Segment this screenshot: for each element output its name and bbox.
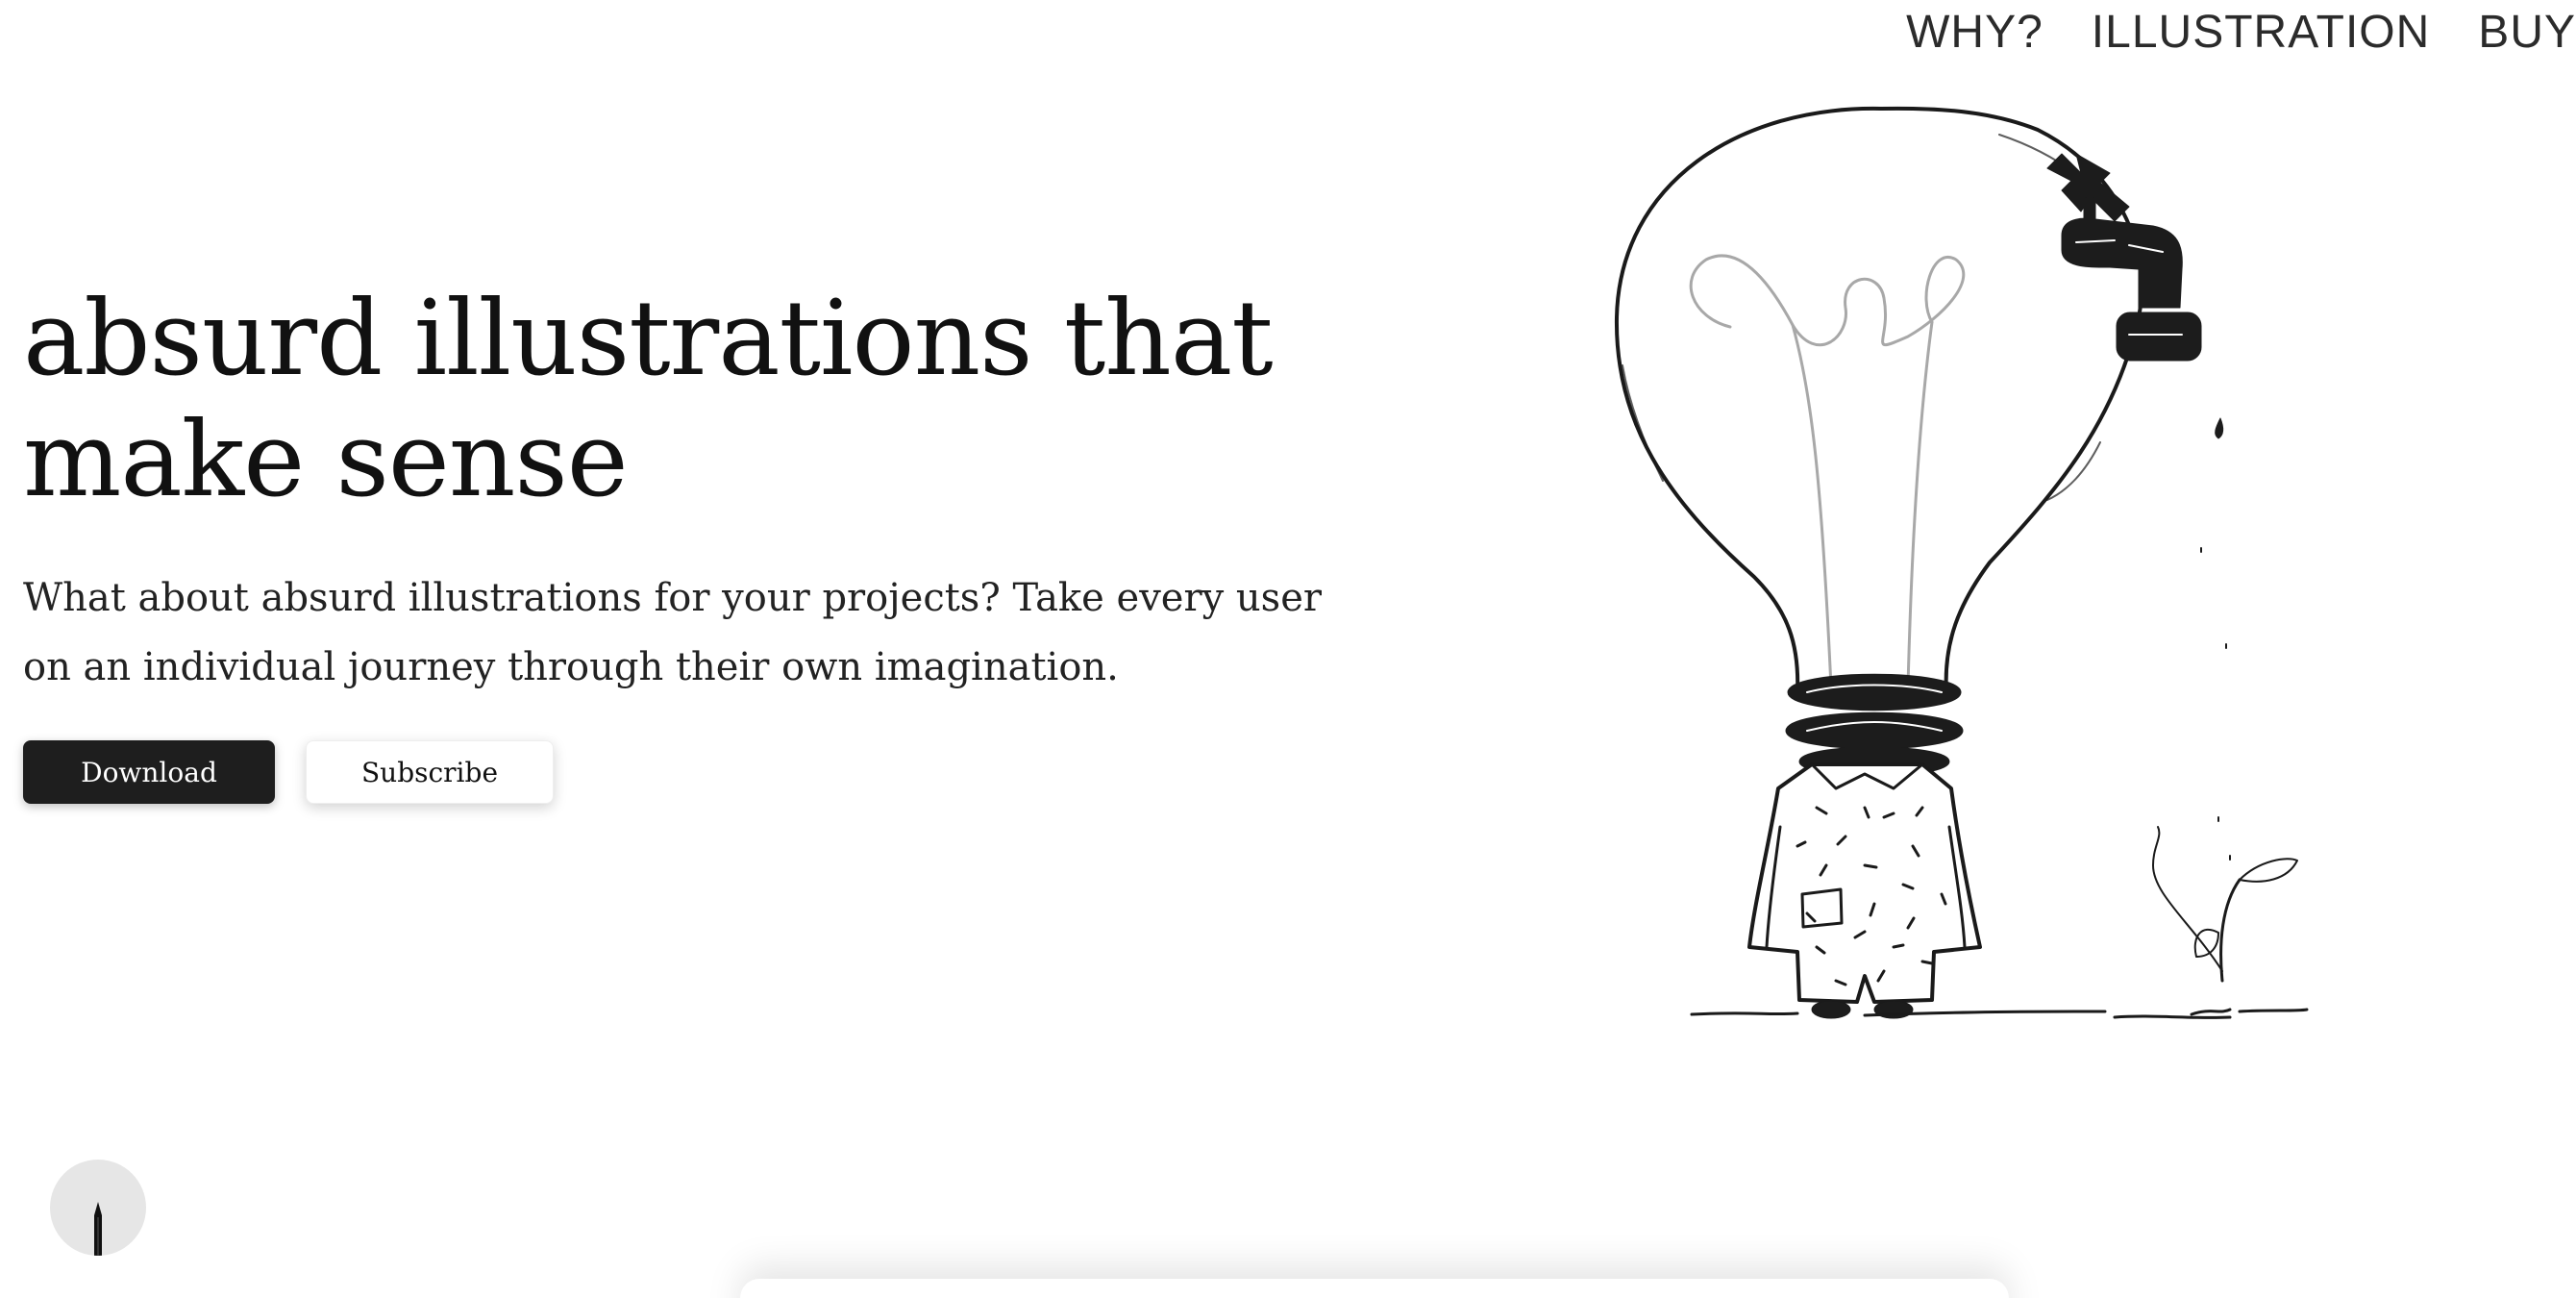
pencil-icon [94, 1202, 102, 1256]
hero-illustration [1614, 106, 2309, 1019]
nav-link-why[interactable]: WHY? [1906, 6, 2043, 59]
next-section-card [740, 1279, 2009, 1298]
sprout-stem-curl [2152, 826, 2223, 972]
nav-link-illustration[interactable]: ILLUSTRATION [2092, 6, 2431, 59]
subscribe-button[interactable]: Subscribe [306, 740, 554, 804]
sprout-leaf-right [2239, 858, 2298, 883]
bulb-glass [1614, 106, 2144, 694]
download-button[interactable]: Download [23, 740, 275, 804]
bulb-filament [1689, 254, 1966, 347]
bulb-base-ring-1 [1787, 673, 1962, 711]
page: WHY? ILLUSTRATION BUY absurd illustratio… [0, 0, 2576, 1298]
bulb-filament-stem-right [1906, 320, 1934, 689]
ground-line-right [2113, 1008, 2309, 1019]
hero-subtitle: What about absurd illustrations for your… [23, 576, 1322, 689]
pencil-fab[interactable] [50, 1160, 146, 1256]
nav-link-buy[interactable]: BUY [2478, 6, 2576, 59]
water-drop [2215, 417, 2224, 439]
top-nav: WHY? ILLUSTRATION BUY [1906, 6, 2576, 59]
figure-coat [1747, 762, 1982, 1004]
bulb-glass-sketch-line-2 [2046, 441, 2101, 501]
hero-actions: Download Subscribe [23, 740, 554, 804]
faucet-body [2061, 217, 2183, 309]
bulb-filament-stem-left [1791, 323, 1833, 689]
sprout-stem [2219, 878, 2242, 983]
figure-foot-left [1811, 1000, 1851, 1019]
hero-title: absurd illustrations that make sense [23, 279, 1274, 520]
ground-line-left [1690, 1011, 1799, 1016]
water-trail [2200, 547, 2231, 861]
bulb-base-ring-2 [1785, 711, 1964, 750]
sprout-leaf-left [2193, 928, 2219, 958]
faucet-spout [2116, 312, 2202, 362]
